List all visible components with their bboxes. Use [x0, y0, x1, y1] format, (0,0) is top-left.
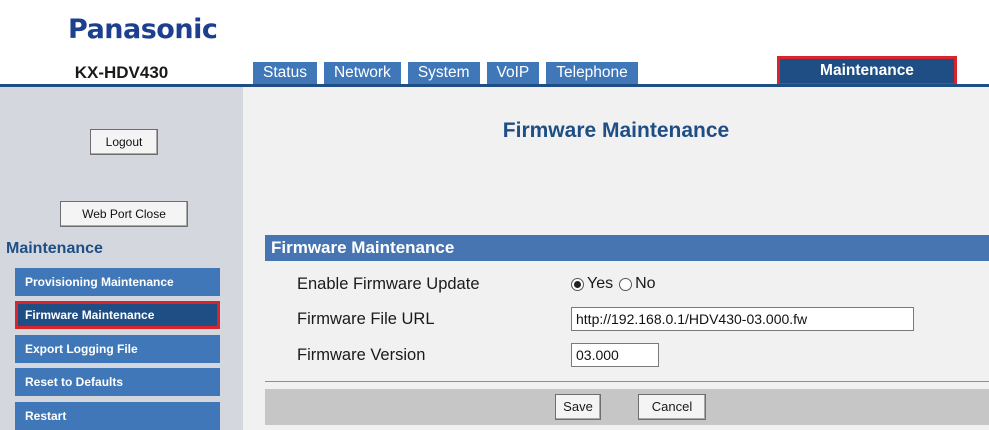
tab-network[interactable]: Network	[323, 62, 401, 84]
main-content: Firmware Maintenance Firmware Maintenanc…	[243, 87, 989, 430]
radio-selected-icon	[571, 277, 584, 291]
sidebar-item-export-logging-file[interactable]: Export Logging File	[15, 335, 220, 363]
radio-unselected-icon	[619, 277, 633, 291]
firmware-file-url-label: Firmware File URL	[297, 310, 435, 328]
firmware-version-label: Firmware Version	[297, 346, 426, 364]
enable-firmware-update-row: Enable Firmware Update Yes No	[265, 269, 989, 299]
sidebar-item-provisioning-maintenance[interactable]: Provisioning Maintenance	[15, 268, 220, 296]
tab-telephone[interactable]: Telephone	[546, 62, 638, 84]
firmware-file-url-input[interactable]	[571, 307, 914, 331]
panasonic-logo: Panasonic	[68, 14, 218, 45]
sidebar-item-reset-to-defaults[interactable]: Reset to Defaults	[15, 368, 220, 396]
no-label: No	[635, 275, 656, 292]
logout-button[interactable]: Logout	[90, 129, 158, 155]
cancel-button[interactable]: Cancel	[638, 394, 706, 420]
enable-firmware-update-options: Yes No	[571, 269, 662, 299]
firmware-version-input[interactable]	[571, 343, 659, 367]
form-divider	[265, 381, 989, 382]
tab-voip[interactable]: VoIP	[486, 62, 540, 84]
firmware-file-url-row: Firmware File URL	[265, 304, 989, 334]
enable-firmware-update-label: Enable Firmware Update	[297, 275, 480, 293]
save-button[interactable]: Save	[555, 394, 601, 420]
web-port-close-button[interactable]: Web Port Close	[60, 201, 188, 227]
section-header: Firmware Maintenance	[265, 235, 989, 261]
sidebar-item-restart[interactable]: Restart	[15, 402, 220, 430]
enable-update-no-radio[interactable]: No	[619, 275, 656, 293]
sidebar-heading: Maintenance	[6, 240, 103, 257]
enable-update-yes-radio[interactable]: Yes	[571, 275, 613, 293]
model-name: KX-HDV430	[74, 63, 169, 82]
page-title: Firmware Maintenance	[502, 119, 730, 142]
main-tab-bar: Status Network System VoIP Telephone Mai…	[253, 56, 957, 86]
sidebar: Logout Web Port Close Maintenance Provis…	[0, 87, 243, 430]
firmware-version-row: Firmware Version	[265, 340, 989, 370]
tab-status[interactable]: Status	[253, 62, 317, 84]
yes-label: Yes	[587, 275, 614, 292]
action-bar: Save Cancel	[265, 389, 989, 425]
tab-system[interactable]: System	[407, 62, 480, 84]
sidebar-item-firmware-maintenance[interactable]: Firmware Maintenance	[15, 301, 220, 329]
tab-maintenance[interactable]: Maintenance	[777, 56, 957, 86]
